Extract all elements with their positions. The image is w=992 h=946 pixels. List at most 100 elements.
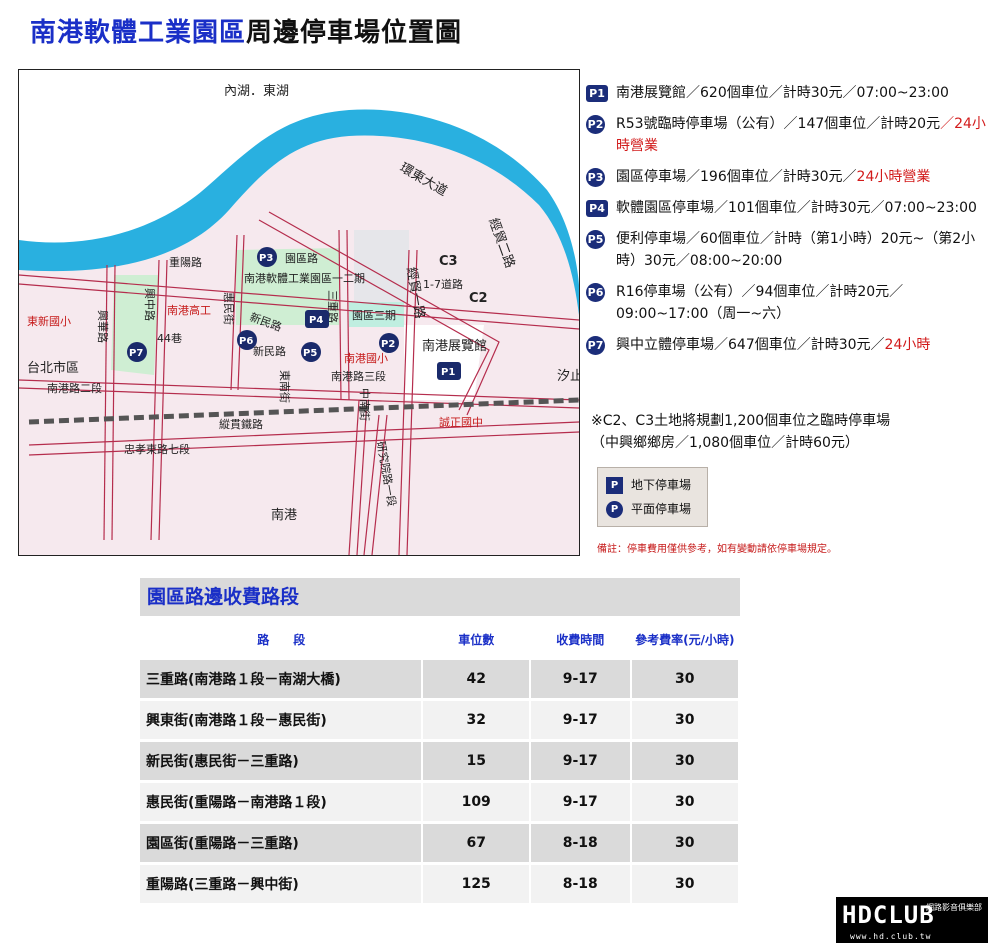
cell-rate: 30 [630, 863, 741, 906]
p4-badge-icon: P4 [586, 200, 608, 217]
cell-hours: 9-17 [530, 740, 632, 783]
label-xizhi: 汐止 [557, 368, 579, 384]
label-nangang-es: 南港國小 [344, 352, 388, 365]
p7-highlight: 24小時 [884, 337, 931, 353]
cell-hours: 8-18 [530, 822, 632, 865]
cell-road: 新民街(惠民街－三重路) [140, 740, 424, 783]
cell-road: 重陽路(三重路－興中街) [140, 863, 424, 906]
phase3-grey-area [354, 230, 409, 302]
logo-main: HDCLUB [842, 901, 935, 929]
legend: P 地下停車場 P 平面停車場 [597, 467, 708, 527]
table-row: 三重路(南港路１段－南湖大橋) 42 9-17 30 [140, 660, 741, 701]
page-title: 南港軟體工業園區周邊停車場位置圖 [30, 12, 462, 49]
cell-hours: 9-17 [530, 781, 632, 824]
table-header-row: 路 段 車位數 收費時間 參考費率(元/小時) [140, 618, 739, 660]
label-nangang-hs: 南港高工 [167, 303, 211, 317]
label-expo: 南港展覽館 [422, 338, 487, 354]
header-hours: 收費時間 [530, 618, 631, 660]
header-road: 路 段 [140, 618, 423, 660]
svg-text:P1: P1 [441, 367, 455, 378]
cell-road: 惠民街(重陽路－南港路１段) [140, 781, 424, 824]
label-dongxin: 東新國小 [27, 314, 71, 328]
title-park-name: 南港軟體工業園區 [30, 18, 247, 48]
underground-parking-icon: P [606, 477, 623, 494]
label-nangang: 南港 [271, 507, 297, 523]
label-c2: C2 [469, 291, 488, 306]
cell-rate: 30 [630, 660, 741, 701]
cell-hours: 9-17 [530, 699, 632, 742]
note-line2: （中興鄉鄉房／1,080個車位／計時60元） [591, 435, 859, 451]
marker-p6[interactable]: P6 [237, 330, 257, 350]
label-xinmin2: 新民路 [253, 344, 286, 358]
label-yuanqu: 園區路 [285, 252, 318, 265]
parking-item-p6: P6 R16停車場（公有）／94個車位／計時20元／09:00~17:00（周一… [586, 281, 986, 325]
legend-underground-label: 地下停車場 [631, 478, 692, 492]
marker-p7[interactable]: P7 [127, 342, 147, 362]
marker-p1[interactable]: P1 [437, 362, 461, 380]
label-nangang-rd3: 南港路三段 [331, 369, 386, 383]
label-zhongyang: 重陽路 [169, 255, 202, 269]
fee-remark: 備註：停車費用僅供參考，如有變動請依停車場規定。 [597, 544, 837, 555]
label-chengzheng: 誠正國中 [439, 416, 483, 429]
p1-badge-icon: P1 [586, 85, 608, 102]
parking-map: 內湖．東湖 環東大道 經貿二路 經貿一路 C3 C2 1-7道路 南港展覽館 園… [18, 69, 580, 556]
svg-text:P4: P4 [309, 315, 323, 326]
legend-surface: P 平面停車場 [606, 500, 691, 518]
parking-item-p3: P3 園區停車場／196個車位／計時30元／24小時營業 [586, 166, 986, 188]
table-row: 重陽路(三重路－興中街) 125 8-18 30 [140, 863, 741, 906]
label-alley44: 44巷 [157, 332, 182, 345]
label-dongnan: 東南街 [278, 370, 292, 403]
p5-text: 便利停車場／60個車位／計時（第1小時）20元~（第2小時）30元／08:00~… [616, 231, 976, 269]
cell-rate: 30 [630, 699, 741, 742]
label-phase3: 園區三期 [352, 309, 396, 322]
cell-spaces: 67 [422, 822, 531, 865]
p4-text: 軟體園區停車場／101個車位／計時30元／07:00~23:00 [616, 200, 977, 216]
parking-list: P1 南港展覽館／620個車位／計時30元／07:00~23:00 P2 R53… [586, 82, 986, 365]
p7-text: 興中立體停車場／647個車位／計時30元／ [616, 337, 885, 353]
label-xinghua: 興華路 [96, 310, 109, 343]
p5-badge-icon: P5 [586, 230, 605, 249]
marker-p5[interactable]: P5 [301, 342, 321, 362]
p3-highlight: 24小時營業 [856, 169, 931, 185]
label-alley: 1-7道路 [423, 277, 463, 291]
marker-p2[interactable]: P2 [379, 333, 399, 353]
map-canvas: 內湖．東湖 環東大道 經貿二路 經貿一路 C3 C2 1-7道路 南港展覽館 園… [19, 70, 579, 555]
svg-text:P6: P6 [239, 336, 253, 347]
svg-text:P5: P5 [303, 348, 317, 359]
cell-road: 興東街(南港路１段－惠民街) [140, 699, 424, 742]
p3-text: 園區停車場／196個車位／計時30元／ [616, 169, 857, 185]
cell-rate: 30 [630, 740, 741, 783]
p1-text: 南港展覽館／620個車位／計時30元／07:00~23:00 [616, 85, 949, 101]
p7-badge-icon: P7 [586, 336, 605, 355]
cell-rate: 30 [630, 781, 741, 824]
cell-hours: 8-18 [530, 863, 632, 906]
marker-p3[interactable]: P3 [257, 247, 277, 267]
label-zhongnan: 中南街 [358, 388, 372, 421]
svg-text:P7: P7 [129, 348, 143, 359]
p6-badge-icon: P6 [586, 283, 605, 302]
header-rate: 參考費率(元/小時) [630, 618, 739, 660]
cell-spaces: 125 [422, 863, 531, 906]
parking-item-p1: P1 南港展覽館／620個車位／計時30元／07:00~23:00 [586, 82, 986, 104]
street-parking-table: 園區路邊收費路段 路 段 車位數 收費時間 參考費率(元/小時) 三重路(南港路… [140, 578, 741, 906]
legend-surface-label: 平面停車場 [631, 502, 692, 516]
table-row: 興東街(南港路１段－惠民街) 32 9-17 30 [140, 699, 741, 742]
svg-text:P3: P3 [259, 253, 273, 264]
label-software-park: 南港軟體工業園區一二期 [244, 271, 365, 285]
p3-badge-icon: P3 [586, 168, 605, 187]
parking-item-p5: P5 便利停車場／60個車位／計時（第1小時）20元~（第2小時）30元／08:… [586, 228, 986, 272]
svg-text:P2: P2 [381, 339, 395, 350]
label-zhongxiao: 忠孝東路七段 [124, 442, 190, 456]
hdclub-logo: HDCLUB 網路影音俱樂部 www.hd.club.tw [836, 897, 988, 943]
label-nangang-rd2: 南港路二段 [47, 381, 102, 395]
label-railway: 縱貫鐵路 [219, 417, 263, 431]
cell-road: 園區街(重陽路－三重路) [140, 822, 424, 865]
parking-item-p2: P2 R53號臨時停車場（公有）／147個車位／計時20元／24小時營業 [586, 113, 986, 157]
marker-p4[interactable]: P4 [305, 310, 329, 328]
logo-url: www.hd.club.tw [850, 932, 932, 941]
parking-item-p7: P7 興中立體停車場／647個車位／計時30元／24小時 [586, 334, 986, 356]
table-title: 園區路邊收費路段 [140, 578, 740, 618]
p2-text: R53號臨時停車場（公有）／147個車位／計時20元 [616, 116, 941, 132]
parking-item-p4: P4 軟體園區停車場／101個車位／計時30元／07:00~23:00 [586, 197, 986, 219]
logo-tagline: 網路影音俱樂部 [926, 903, 982, 912]
